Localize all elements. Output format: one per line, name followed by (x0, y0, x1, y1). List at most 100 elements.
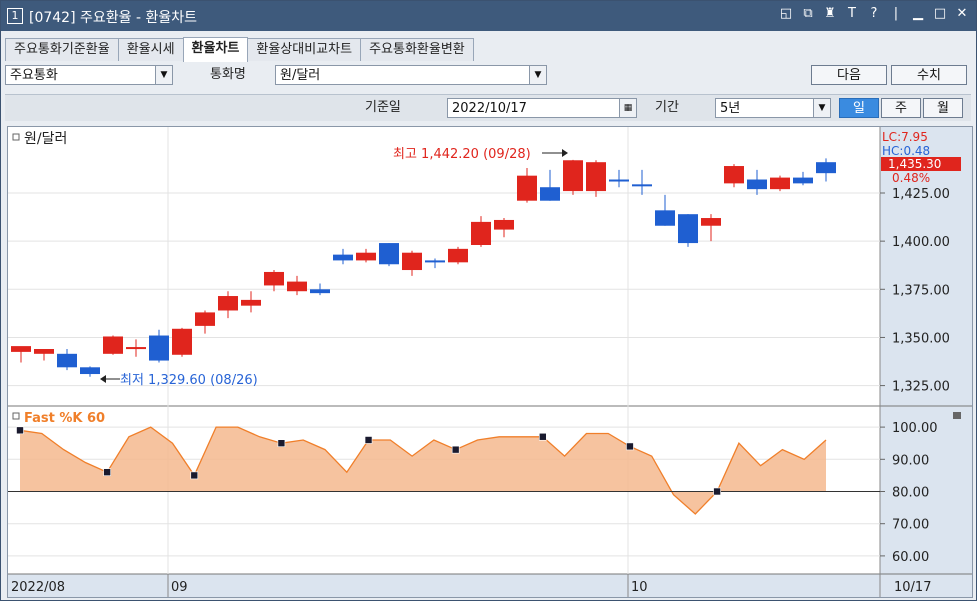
next-button[interactable]: 다음 (811, 65, 887, 85)
candle-body (517, 175, 537, 201)
k-y-tick-label: 80.00 (892, 486, 929, 501)
change-pct-label: 0.48% (892, 171, 930, 185)
tab-rate-chart[interactable]: 환율차트 (182, 37, 249, 62)
legend-square-icon (12, 412, 20, 420)
x-label-oct: 10 (631, 580, 648, 595)
high-annotation: 최고 1,442.20 (09/28) (393, 147, 531, 162)
candle-body (195, 312, 215, 326)
base-date-label: 기준일 (365, 100, 401, 115)
candle-body (425, 260, 445, 263)
candle-body (241, 299, 261, 306)
chart-svg: 1,425.00 1,400.00 1,375.00 1,350.00 1,325.00… (8, 127, 972, 597)
period-select[interactable]: 5년 ▼ (715, 98, 831, 118)
legend-square-icon (12, 133, 20, 141)
candle-body (586, 162, 606, 192)
chart-area[interactable]: 1,425.00 1,400.00 1,375.00 1,350.00 1,325.00… (7, 126, 973, 598)
currency-label: 통화명 (210, 67, 246, 82)
candle-body (310, 289, 330, 294)
k-marker (364, 436, 373, 444)
tab-rate-quote[interactable]: 환율시세 (117, 38, 184, 61)
pane-toggle-icon[interactable] (953, 412, 961, 419)
candle-body (172, 328, 192, 355)
candle-body (80, 367, 100, 375)
window-restore-icon[interactable]: ◱ (778, 6, 794, 21)
candle-body (287, 281, 307, 292)
text-icon[interactable]: T (844, 6, 860, 21)
low-annotation: 최저 1,329.60 (08/26) (120, 373, 258, 388)
candle-body (333, 254, 353, 261)
currency-select[interactable]: 원/달러 ▼ (275, 65, 547, 85)
chevron-down-icon[interactable]: ▼ (813, 99, 830, 117)
x-label-date: 10/17 (894, 580, 931, 595)
daily-button[interactable]: 일 (839, 98, 879, 118)
price-y-tick-label: 1,325.00 (892, 380, 950, 395)
candle-body (402, 252, 422, 271)
category-select[interactable]: 주요통화 ▼ (5, 65, 173, 85)
candle-body (563, 160, 583, 192)
k-marker (16, 426, 24, 435)
k-marker (190, 471, 199, 480)
copy-icon[interactable]: ⧉ (800, 6, 816, 21)
k-marker (626, 442, 634, 451)
title-bar-icons: ◱ ⧉ ♜ T ? | ▁ □ ✕ (778, 6, 970, 21)
candle-body (356, 252, 376, 261)
candle-body (126, 347, 146, 350)
close-icon[interactable]: ✕ (954, 6, 970, 21)
currency-value: 원/달러 (280, 68, 321, 83)
candle-body (448, 248, 468, 263)
candle-body (770, 177, 790, 190)
candle-body (149, 335, 169, 361)
candle-body (724, 166, 744, 184)
k-y-tick-label: 70.00 (892, 518, 929, 533)
price-y-tick-label: 1,400.00 (892, 235, 950, 250)
tab-converter[interactable]: 주요통화환율변환 (360, 38, 474, 61)
chevron-down-icon[interactable]: ▼ (155, 66, 172, 84)
fast-k-area (20, 427, 826, 514)
k-y-tick-label: 100.00 (892, 421, 938, 436)
k-marker (277, 439, 286, 448)
stamp-icon[interactable]: ♜ (822, 6, 838, 21)
k-marker (713, 487, 721, 496)
x-axis-panel (8, 574, 972, 597)
candle-body (793, 177, 813, 184)
period-row: 기준일 2022/10/17 ▦ 기간 5년 ▼ 일 주 월 (5, 94, 971, 121)
candle-body (218, 296, 238, 311)
help-icon[interactable]: ? (866, 6, 882, 21)
price-y-tick-label: 1,350.00 (892, 331, 950, 346)
window-title: [0742] 주요환율 - 환율차트 (29, 10, 197, 26)
value-button[interactable]: 수치 (891, 65, 967, 85)
candle-body (816, 162, 836, 174)
candle-body (34, 349, 54, 354)
calendar-icon[interactable]: ▦ (619, 99, 636, 117)
k-marker (451, 445, 460, 454)
minimize-icon[interactable]: ▁ (910, 6, 926, 21)
maximize-icon[interactable]: □ (932, 6, 948, 21)
fast-k-title: Fast %K 60 (24, 411, 105, 426)
chevron-down-icon[interactable]: ▼ (529, 66, 546, 84)
high-arrow-head-icon (562, 149, 568, 157)
window-number-badge: 1 (7, 8, 23, 24)
candle-body (678, 214, 698, 244)
k-y-tick-label: 90.00 (892, 453, 929, 468)
k-y-tick-label: 60.00 (892, 550, 929, 565)
separator-icon: | (893, 6, 899, 21)
weekly-button[interactable]: 주 (881, 98, 921, 118)
candle-body (57, 353, 77, 368)
candle-body (11, 346, 31, 352)
filter-row: 주요통화 ▼ 통화명 원/달러 ▼ 다음 수치 (5, 65, 971, 87)
base-date-input[interactable]: 2022/10/17 ▦ (447, 98, 637, 118)
candle-body (701, 218, 721, 226)
tab-strip: 주요통화기준환율 환율시세 환율차트 환율상대비교차트 주요통화환율변환 (5, 37, 474, 62)
candle-body (609, 179, 629, 182)
k-marker (539, 432, 547, 441)
candle-body (494, 219, 514, 230)
lc-label: LC:7.95 (882, 130, 928, 144)
x-label-sep: 09 (171, 580, 188, 595)
candle-body (632, 184, 652, 187)
tab-relative-chart[interactable]: 환율상대비교차트 (247, 38, 362, 61)
low-arrow-head-icon (100, 375, 106, 383)
monthly-button[interactable]: 월 (923, 98, 963, 118)
candle-body (655, 210, 675, 226)
tab-base-rate[interactable]: 주요통화기준환율 (5, 38, 119, 61)
title-bar: 1 [0742] 주요환율 - 환율차트 ◱ ⧉ ♜ T ? | ▁ □ ✕ (1, 1, 976, 31)
